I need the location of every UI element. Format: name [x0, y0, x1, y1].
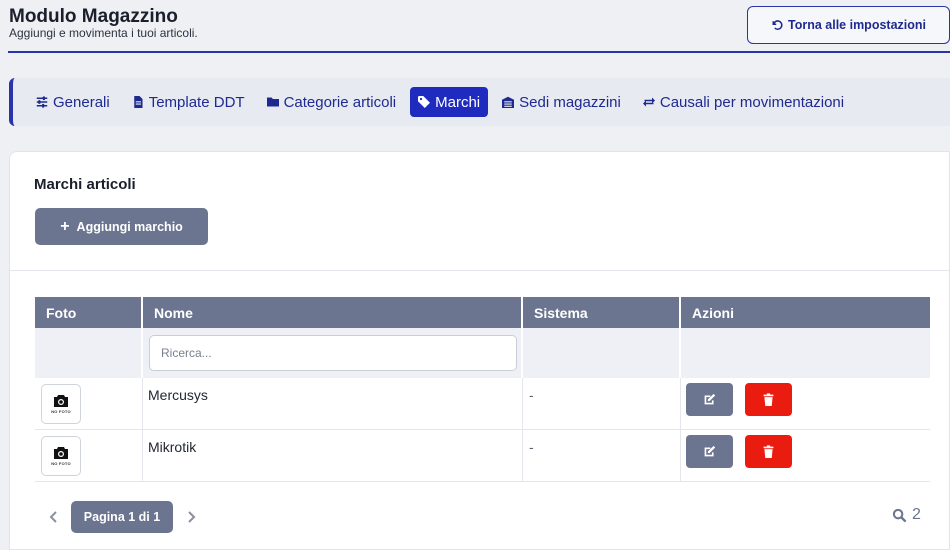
tag-icon — [418, 96, 431, 108]
chevron-right-icon — [187, 511, 195, 523]
exchange-icon — [642, 97, 655, 107]
tab-marchi[interactable]: Marchi — [410, 87, 489, 117]
brands-table: Foto Nome Sistema Azioni NO FOTO Mercusy… — [35, 297, 930, 482]
add-brand-label: Aggiungi marchio — [76, 219, 183, 234]
delete-button[interactable] — [745, 435, 792, 468]
tab-sedi-magazzini[interactable]: Sedi magazzini — [494, 87, 629, 117]
trash-icon — [763, 445, 774, 458]
edit-button[interactable] — [686, 435, 733, 468]
photo-cell: NO FOTO — [35, 430, 143, 481]
tab-causali-movimentazioni[interactable]: Causali per movimentazioni — [635, 87, 852, 117]
result-count-value: 2 — [912, 506, 921, 523]
folder-icon — [266, 97, 279, 107]
filter-cell — [143, 328, 523, 378]
file-icon — [133, 96, 143, 108]
page-header: Modulo Magazzino Aggiungi e movimenta i … — [0, 0, 950, 54]
actions-cell — [681, 378, 930, 429]
card-divider — [10, 270, 950, 271]
sliders-icon — [36, 96, 48, 108]
delete-button[interactable] — [745, 383, 792, 416]
tab-label: Sedi magazzini — [519, 93, 621, 111]
settings-tabs: Generali Template DDT Categorie articoli… — [9, 78, 950, 126]
filter-cell — [523, 328, 681, 378]
no-photo-label: NO FOTO — [51, 409, 71, 414]
tab-categorie-articoli[interactable]: Categorie articoli — [259, 87, 405, 117]
no-photo-label: NO FOTO — [51, 461, 71, 466]
column-header-azioni: Azioni — [692, 304, 734, 321]
brands-card: Marchi articoli + Aggiungi marchio Foto … — [9, 151, 950, 550]
edit-icon — [704, 445, 716, 457]
column-header-nome[interactable]: Nome — [143, 297, 523, 328]
page-subtitle: Aggiungi e movimenta i tuoi articoli. — [9, 26, 198, 40]
table-row: NO FOTO Mercusys - — [35, 378, 930, 430]
actions-cell — [681, 430, 930, 481]
trash-icon — [763, 393, 774, 406]
camera-icon — [54, 395, 68, 407]
pagination: Pagina 1 di 1 — [45, 501, 199, 533]
camera-icon — [54, 447, 68, 459]
edit-icon — [704, 393, 716, 405]
column-header-foto[interactable]: Foto — [35, 297, 143, 328]
system-value: - — [523, 430, 681, 481]
next-page-button[interactable] — [183, 507, 199, 527]
tab-label: Generali — [53, 93, 110, 111]
brand-name: Mercusys — [143, 378, 523, 429]
photo-cell: NO FOTO — [35, 378, 143, 429]
column-header-sistema[interactable]: Sistema — [523, 297, 681, 328]
table-filter-row — [35, 328, 930, 378]
back-to-settings-button[interactable]: Torna alle impostazioni — [747, 6, 950, 44]
result-count: 2 — [892, 506, 921, 524]
brand-photo-placeholder: NO FOTO — [41, 436, 81, 476]
add-brand-button[interactable]: + Aggiungi marchio — [35, 208, 208, 245]
name-search-input[interactable] — [149, 335, 517, 371]
edit-button[interactable] — [686, 383, 733, 416]
header-divider — [8, 51, 950, 53]
system-value: - — [523, 378, 681, 429]
back-button-label: Torna alle impostazioni — [788, 18, 926, 32]
page-title: Modulo Magazzino — [9, 6, 178, 27]
tab-generali[interactable]: Generali — [28, 87, 118, 117]
tab-label: Causali per movimentazioni — [659, 93, 845, 111]
brand-name: Mikrotik — [143, 430, 523, 481]
plus-icon: + — [60, 217, 70, 235]
table-row: NO FOTO Mikrotik - — [35, 430, 930, 482]
filter-cell — [35, 328, 143, 378]
page-indicator: Pagina 1 di 1 — [71, 501, 173, 533]
table-header: Foto Nome Sistema Azioni — [35, 297, 930, 328]
chevron-left-icon — [49, 511, 57, 523]
tab-template-ddt[interactable]: Template DDT — [124, 87, 253, 117]
tab-label: Categorie articoli — [283, 93, 397, 111]
brand-photo-placeholder: NO FOTO — [41, 384, 81, 424]
search-icon — [892, 508, 907, 522]
undo-icon — [772, 20, 783, 30]
tab-label: Marchi — [435, 93, 481, 111]
tab-label: Template DDT — [148, 93, 245, 111]
warehouse-icon — [502, 96, 515, 108]
previous-page-button[interactable] — [45, 507, 61, 527]
filter-cell — [681, 328, 930, 378]
card-title: Marchi articoli — [34, 176, 136, 193]
